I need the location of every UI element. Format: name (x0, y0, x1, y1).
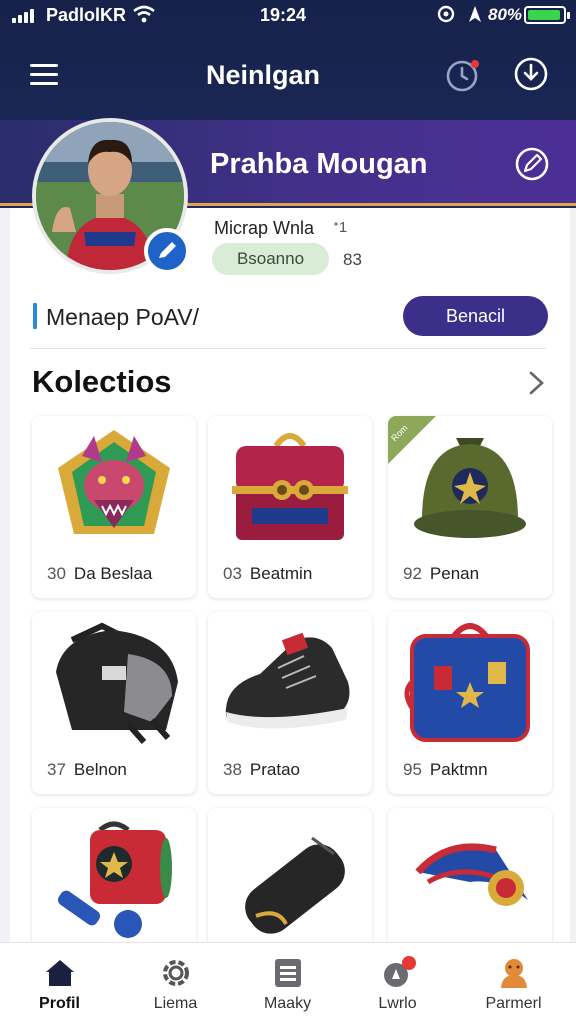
nav-label: Lwrlo (378, 995, 417, 1012)
item-number: 95 (403, 760, 422, 779)
battery-percent: 80% (488, 5, 523, 24)
collection-item[interactable]: 30 Da Beslaa (32, 416, 196, 598)
manage-label: Menaep PoAV/ (46, 304, 200, 330)
military-helmet-icon (414, 438, 526, 538)
item-number: 03 (223, 564, 242, 583)
document-icon (275, 959, 301, 987)
battery-icon (524, 6, 570, 24)
clock-alert-icon[interactable] (444, 56, 482, 94)
navigation-icon (469, 6, 481, 22)
kit-bag-icon (57, 821, 172, 938)
nav-item-lwrlo[interactable]: Lwrlo (340, 943, 455, 1024)
badge-count: 83 (343, 250, 362, 269)
nav-label: Parmerl (485, 995, 542, 1012)
primary-action-button[interactable]: Benacil (403, 296, 548, 336)
item-name: Beatmin (249, 564, 313, 583)
item-name: Belnon (73, 760, 127, 779)
accent-bar (33, 303, 37, 329)
notification-icon (384, 956, 416, 987)
edit-icon[interactable] (514, 146, 550, 182)
status-badge[interactable]: Bsoanno (212, 243, 329, 275)
sneaker-icon (225, 632, 350, 729)
profile-subtitle-mark: ᐩ1 (333, 219, 348, 236)
avatar-icon (501, 959, 527, 988)
verified-badge (144, 228, 190, 274)
profile-subtitle: Micrap Wnla (214, 218, 315, 238)
signal-icon (12, 9, 34, 23)
download-icon[interactable] (513, 56, 549, 92)
item-name: Penan (429, 564, 480, 583)
item-number: 30 (47, 564, 66, 583)
item-number: 38 (223, 760, 242, 779)
wifi-icon (133, 5, 155, 23)
collection-item[interactable]: 38 Pratao (208, 612, 372, 794)
carrier-name: PadlolKR (46, 5, 127, 25)
divider (30, 348, 546, 349)
item-number: 92 (403, 564, 422, 583)
travel-case-icon (404, 623, 530, 742)
black-case-icon (245, 836, 345, 934)
nav-item-profile[interactable]: Profil (2, 943, 117, 1024)
nav-label: Profil (39, 995, 80, 1012)
nav-item-parmerl[interactable]: Parmerl (456, 943, 571, 1024)
chevron-right-icon[interactable] (527, 370, 547, 396)
item-name: Pratao (249, 760, 301, 779)
nav-label: Liema (153, 995, 198, 1012)
item-name: Paktmn (429, 760, 488, 779)
top-navbar: Neinlgan (0, 40, 576, 112)
status-bar: PadlolKR 19:24 80% (0, 0, 576, 30)
item-number: 37 (47, 760, 66, 779)
nav-label: Maaky (263, 995, 312, 1012)
nav-item-liema[interactable]: Liema (118, 943, 233, 1024)
dragon-emblem-icon (58, 430, 170, 534)
bottom-navigation: Profil Liema Maaky Lwrlo Parmerl (0, 942, 576, 1024)
collection-item[interactable]: 03 Beatmin (208, 416, 372, 598)
section-title: Kolectios (32, 364, 172, 399)
nav-item-maaky[interactable]: Maaky (230, 943, 345, 1024)
home-icon (46, 960, 74, 986)
collection-item[interactable]: 95 Paktmn (388, 612, 552, 794)
profile-name: Prahba Mougan (210, 148, 428, 180)
pen-icon (159, 242, 176, 258)
item-name: Da Beslaa (73, 564, 153, 583)
treasure-chest-icon (232, 433, 348, 540)
backpack-icon (56, 622, 178, 744)
settings-icon (163, 960, 189, 986)
location-eye-icon (437, 5, 455, 23)
collection-item[interactable]: Rom 92 Penan (388, 416, 552, 598)
collection-item[interactable]: 37 Belnon (32, 612, 196, 794)
medal-ribbon-icon (415, 843, 528, 906)
clock-time: 19:24 (260, 5, 307, 25)
